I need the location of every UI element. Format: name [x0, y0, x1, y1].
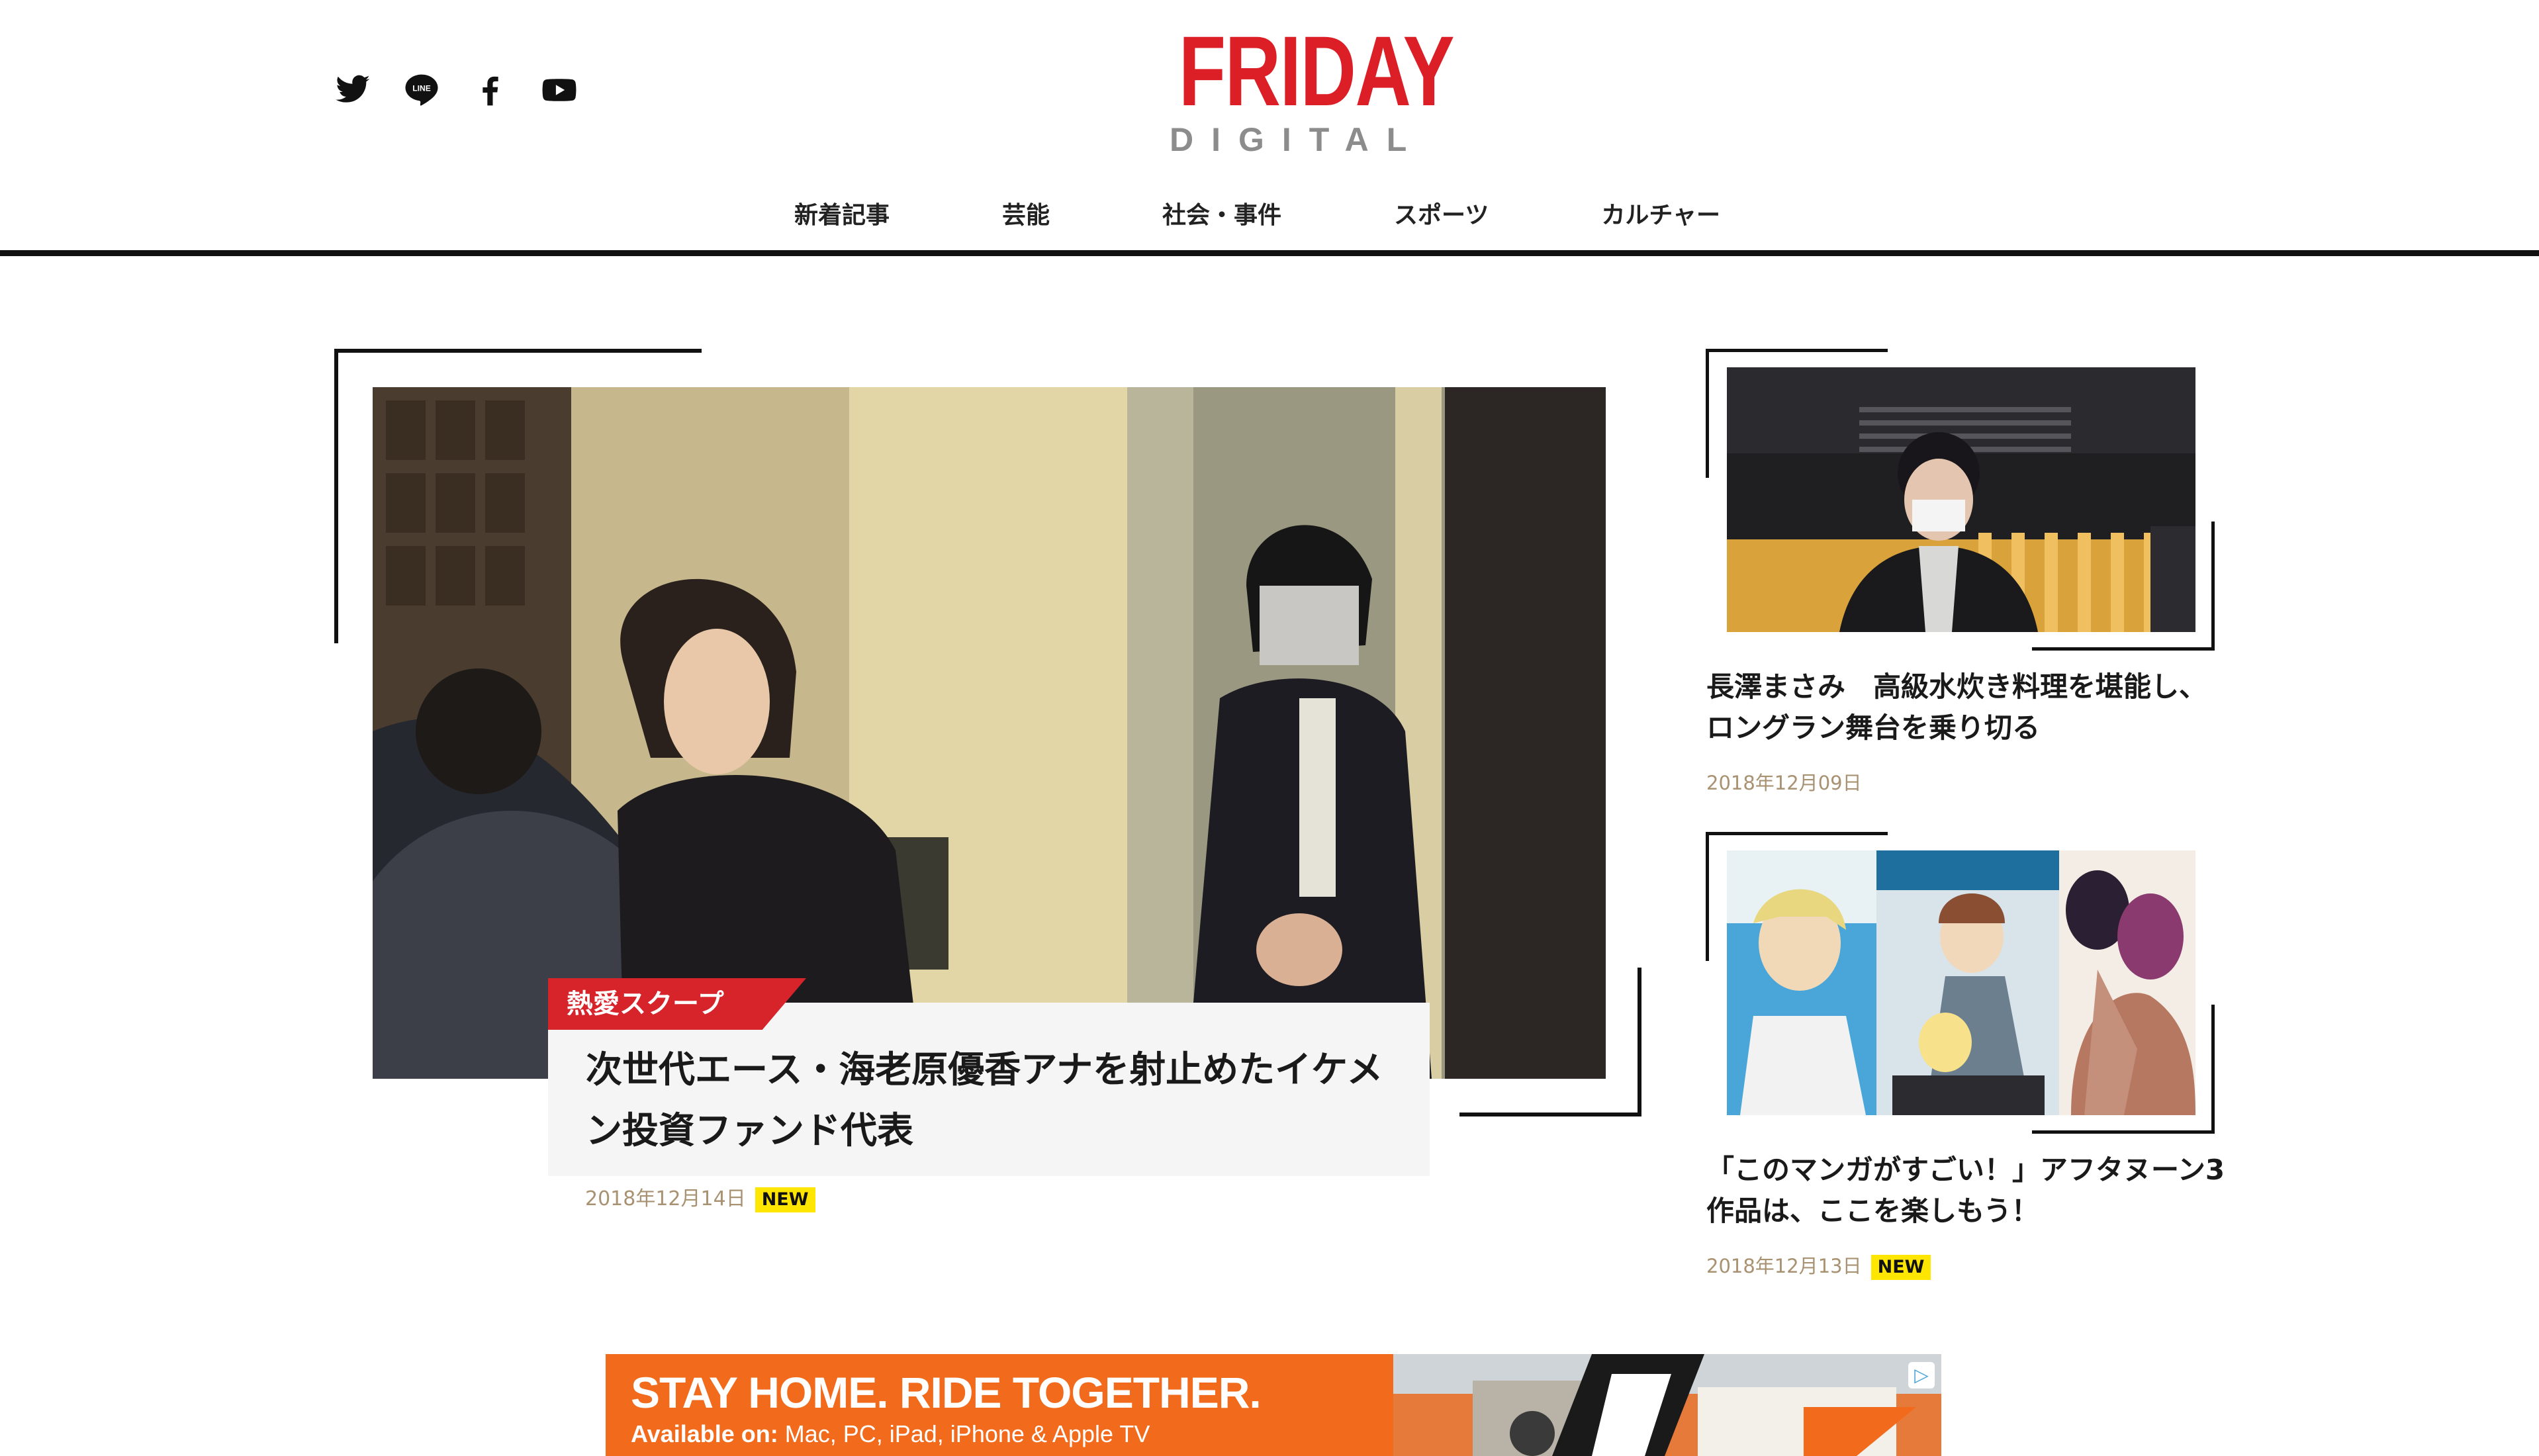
side-article-title[interactable]: 「このマンガがすごい！」アフタヌーン3作品は、ここを楽しもう！ — [1706, 1150, 2229, 1232]
date-text: 2018年12月14日 — [585, 1187, 746, 1210]
category-tag[interactable]: 熱愛スクープ — [548, 978, 806, 1030]
side2-corner-top — [1706, 832, 1888, 835]
side2-corner-right — [2211, 1005, 2215, 1134]
frame-corner-left — [334, 349, 338, 643]
svg-text:LINE: LINE — [412, 83, 431, 93]
main-nav: 新着記事 芸能 社会・事件 スポーツ カルチャー — [774, 196, 1767, 230]
nav-item-sports[interactable]: スポーツ — [1394, 196, 1489, 230]
side1-corner-left — [1706, 349, 1709, 478]
adchoices-icon[interactable]: ▷ — [1908, 1362, 1935, 1388]
nav-divider — [0, 250, 2539, 256]
frame-corner-right — [1638, 968, 1641, 1116]
new-badge: NEW — [755, 1187, 815, 1212]
nav-item-new-articles[interactable]: 新着記事 — [794, 196, 890, 230]
side2-corner-left — [1706, 832, 1709, 961]
nav-item-society[interactable]: 社会・事件 — [1162, 196, 1281, 230]
frame-corner-top — [334, 349, 702, 353]
site-logo[interactable]: FRIDAY DIGITAL — [1152, 15, 1455, 160]
side1-corner-top — [1706, 349, 1888, 352]
new-badge: NEW — [1870, 1255, 1931, 1280]
logo-friday: FRIDAY — [1178, 15, 1455, 126]
logo-digital: DIGITAL — [1170, 121, 1425, 158]
side-article-date: 2018年12月13日 NEW — [1706, 1251, 1931, 1280]
ad-banner-image — [1393, 1354, 1941, 1456]
ad-banner[interactable]: STAY HOME. RIDE TOGETHER. Available on: … — [606, 1354, 1941, 1456]
frame-corner-bottom — [1459, 1113, 1641, 1116]
facebook-icon[interactable] — [472, 71, 509, 109]
ad-headline: STAY HOME. RIDE TOGETHER. — [631, 1368, 1262, 1417]
side-article-image[interactable] — [1727, 367, 2195, 632]
side2-corner-bottom — [2032, 1130, 2215, 1134]
youtube-icon[interactable] — [541, 71, 578, 109]
manga-covers-image[interactable] — [1727, 850, 2195, 1115]
nav-item-entertainment[interactable]: 芸能 — [1002, 196, 1050, 230]
twitter-icon[interactable] — [334, 71, 371, 109]
featured-article-date: 2018年12月14日 NEW — [585, 1182, 815, 1212]
date-text: 2018年12月13日 — [1706, 1255, 1862, 1277]
side-article-date: 2018年12月09日 — [1706, 772, 1862, 794]
social-links: LINE — [334, 71, 578, 109]
featured-article-title[interactable]: 次世代エース・海老原優香アナを射止めたイケメン投資ファンド代表 — [586, 1039, 1400, 1161]
side-article-title[interactable]: 長澤まさみ 高級水炊き料理を堪能し、ロングラン舞台を乗り切る — [1706, 666, 2223, 749]
line-icon[interactable]: LINE — [403, 71, 440, 109]
ad-available-label: Available on: — [631, 1420, 778, 1447]
side1-corner-right — [2211, 522, 2215, 651]
ad-subtext: Available on: Mac, PC, iPad, iPhone & Ap… — [631, 1420, 1150, 1448]
featured-article-image[interactable] — [373, 387, 1606, 1079]
ad-platforms: Mac, PC, iPad, iPhone & Apple TV — [778, 1420, 1150, 1447]
side1-corner-bottom — [2032, 647, 2215, 651]
nav-item-culture[interactable]: カルチャー — [1601, 196, 1720, 230]
